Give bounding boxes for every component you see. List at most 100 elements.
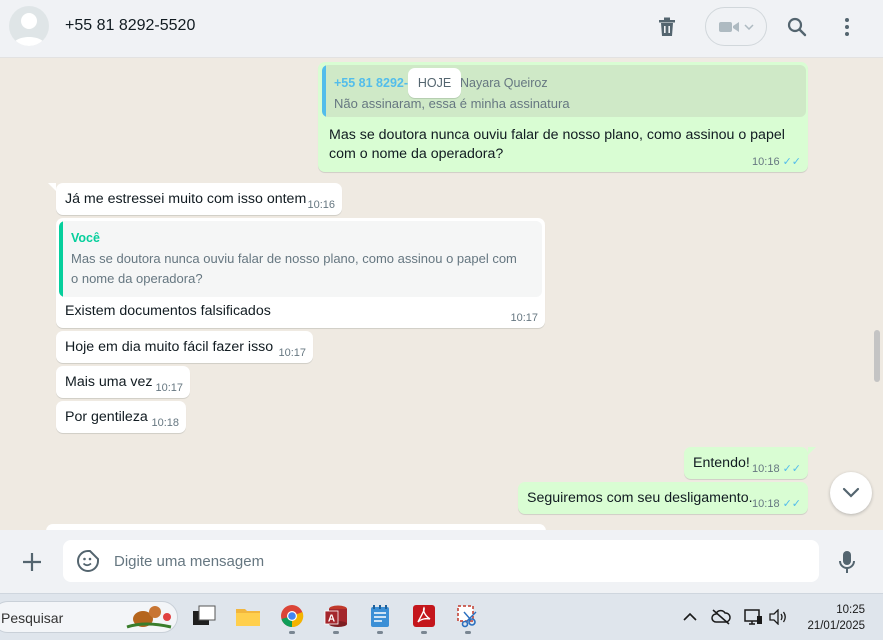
message-outgoing[interactable]: Seguiremos com seu desligamento. 10:18 ✓… (518, 482, 808, 514)
quoted-message[interactable]: Você Mas se doutora nunca ouviu falar de… (59, 221, 542, 297)
message-text: Mas se doutora nunca ouviu falar de noss… (329, 126, 785, 164)
message-outgoing[interactable]: Entendo! 10:18 ✓✓ (684, 447, 816, 479)
contact-avatar[interactable] (9, 6, 49, 46)
message-text: Entendo! (693, 455, 750, 471)
message-meta: 10:16 (307, 199, 335, 211)
taskbar-acrobat[interactable] (411, 603, 437, 629)
message-text: Existem documentos falsificados (65, 303, 271, 319)
running-indicator (289, 631, 295, 634)
message-text: Mais uma vez (65, 374, 153, 390)
access-icon: A (324, 605, 347, 627)
video-call-button[interactable] (705, 7, 767, 46)
message-text: Hoje em dia muito fácil fazer isso (65, 339, 274, 355)
scrollbar-thumb[interactable] (874, 330, 880, 382)
pdf-icon (413, 605, 435, 627)
chevron-down-icon (744, 23, 754, 30)
system-clock[interactable]: 10:25 21/01/2025 (807, 602, 865, 634)
search-button[interactable] (783, 13, 811, 41)
message-meta: 10:18 (151, 417, 179, 429)
taskbar-notepad[interactable] (367, 603, 393, 629)
message-meta: 10:18 ✓✓ (752, 462, 801, 476)
voice-message-button[interactable] (835, 547, 859, 577)
bubble-tail (808, 447, 816, 455)
task-view-icon (193, 605, 216, 625)
chevron-down-icon (842, 487, 860, 498)
svg-text:A: A (328, 614, 335, 625)
default-avatar-icon (13, 13, 45, 46)
show-hidden-icons-button[interactable] (679, 606, 701, 628)
message-text: Já me estressei muito com isso ontem (65, 191, 307, 207)
running-indicator (377, 631, 383, 634)
message-meta: 10:17 (155, 382, 183, 394)
chrome-icon (281, 605, 304, 628)
message-time: 10:18 (752, 497, 780, 510)
double-check-icon: ✓✓ (782, 463, 801, 475)
message-text: Seguiremos com seu desligamento. (527, 490, 753, 506)
message-composer (0, 530, 883, 593)
message-time: 10:16 (752, 155, 780, 168)
folder-icon (236, 609, 260, 626)
video-camera-icon (719, 21, 739, 32)
search-icon (787, 17, 807, 37)
chevron-up-icon (683, 612, 697, 621)
message-time: 10:18 (752, 462, 780, 475)
contact-name[interactable]: +55 81 8292-5520 (65, 17, 195, 35)
message-incoming[interactable]: Você Mas se doutora nunca ouviu falar de… (56, 218, 545, 328)
quoted-message[interactable]: +55 81 8292- Nayara Queiroz Não assinaram… (322, 65, 806, 117)
quote-author-name: Nayara Queiroz (460, 76, 548, 90)
message-outgoing[interactable]: +55 81 8292- Nayara Queiroz Não assinaram… (318, 62, 808, 172)
notepad-icon (371, 605, 389, 627)
snipping-tool-icon (457, 605, 477, 628)
network-monitor-icon (744, 609, 762, 625)
message-incoming[interactable]: Já me estressei muito com isso ontem 10:… (48, 183, 342, 215)
delete-button[interactable] (653, 13, 681, 41)
taskbar-access[interactable]: A (323, 603, 349, 629)
running-indicator (333, 631, 339, 634)
message-input-container (63, 540, 819, 582)
taskbar-snipping-tool[interactable] (455, 603, 481, 629)
task-view-button[interactable] (191, 603, 217, 629)
search-highlight-icon (126, 606, 172, 629)
quote-author-phone: +55 81 8292- (334, 76, 409, 90)
clock-time: 10:25 (836, 604, 865, 616)
clock-date: 21/01/2025 (807, 620, 865, 632)
message-list[interactable]: +55 81 8292- Nayara Queiroz Não assinaram… (0, 58, 883, 530)
taskbar-file-explorer[interactable] (235, 603, 261, 629)
message-incoming[interactable]: Hoje em dia muito fácil fazer isso 10:17 (56, 331, 313, 363)
emoji-button[interactable] (76, 549, 100, 573)
microphone-icon (839, 551, 855, 573)
double-check-icon: ✓✓ (782, 156, 801, 168)
windows-taskbar: Pesquisar A 10:25 21/01/2025 (0, 593, 883, 640)
menu-button[interactable] (833, 13, 861, 41)
message-incoming[interactable]: Mais uma vez 10:17 (56, 366, 190, 398)
attach-button[interactable] (17, 547, 47, 577)
quote-author: Você (71, 231, 100, 245)
scroll-to-bottom-button[interactable] (830, 472, 872, 514)
message-input[interactable] (114, 540, 804, 582)
taskbar-search-label: Pesquisar (1, 610, 64, 626)
volume-control[interactable] (767, 606, 789, 628)
message-incoming[interactable]: Por gentileza 10:18 (56, 401, 186, 433)
taskbar-search[interactable]: Pesquisar (0, 601, 178, 633)
quote-bar (59, 221, 63, 297)
chat-header: +55 81 8292-5520 (0, 0, 883, 58)
message-meta: 10:17 (278, 347, 306, 359)
double-check-icon: ✓✓ (782, 498, 801, 510)
bubble-tail (48, 183, 56, 191)
message-time: 10:18 (151, 417, 179, 429)
quote-text-line: Mas se doutora nunca ouviu falar de noss… (71, 251, 517, 266)
more-vertical-icon (845, 18, 849, 36)
message-text: Por gentileza (65, 409, 148, 425)
message-time: 10:17 (278, 347, 306, 359)
sticker-icon (77, 550, 99, 572)
plus-icon (23, 553, 41, 571)
quote-text-line: o nome da operadora? (71, 271, 203, 286)
date-separator: HOJE (408, 68, 461, 98)
taskbar-chrome[interactable] (279, 603, 305, 629)
quote-bar (322, 65, 326, 117)
onedrive-status[interactable] (710, 606, 732, 628)
message-time: 10:17 (155, 382, 183, 394)
message-meta: 10:16 ✓✓ (752, 155, 801, 169)
message-text-line: com o nome da operadora? (329, 146, 504, 162)
network-status[interactable] (742, 606, 764, 628)
